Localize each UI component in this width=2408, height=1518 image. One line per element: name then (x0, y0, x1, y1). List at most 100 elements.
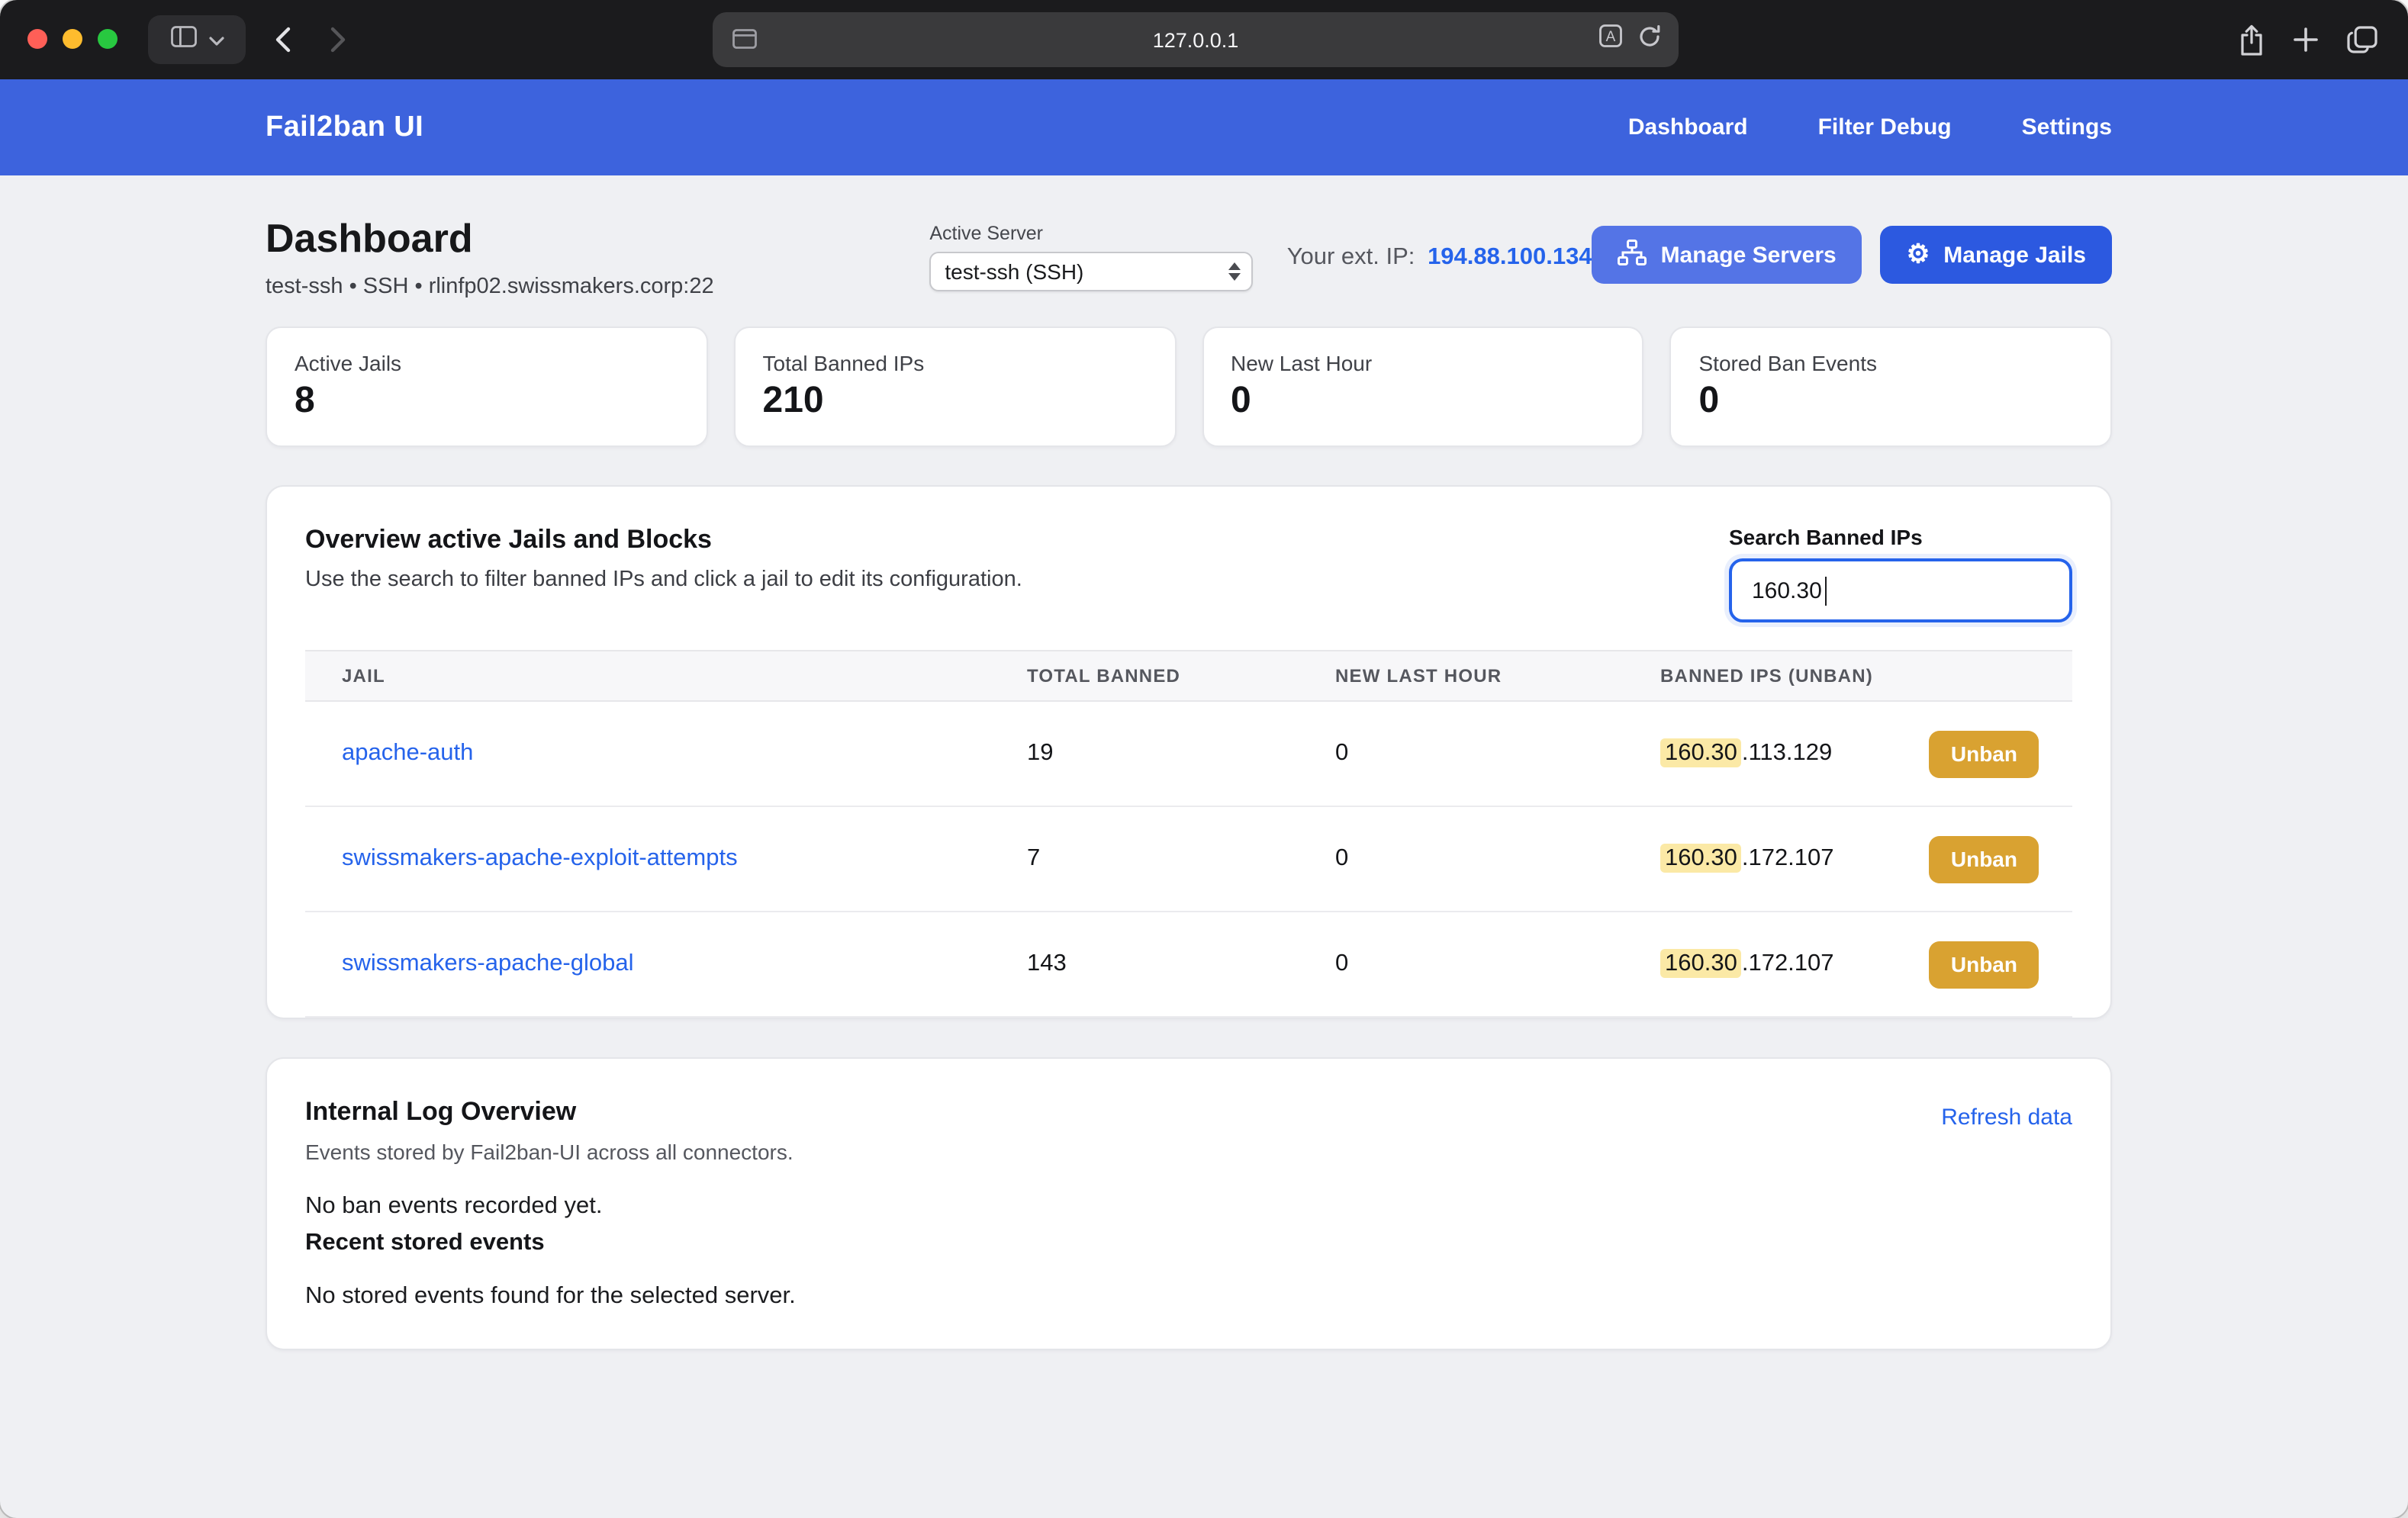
banned-ip: 160.30.172.107 (1660, 845, 1834, 873)
back-button[interactable] (275, 26, 291, 61)
unban-button[interactable]: Unban (1930, 730, 2039, 777)
table-row: swissmakers-apache-exploit-attempts 7 0 … (305, 807, 2072, 912)
total-banned-value: 7 (1027, 845, 1335, 873)
log-title: Internal Log Overview (305, 1097, 794, 1127)
search-banned-label: Search Banned IPs (1729, 525, 2072, 549)
column-total-banned: TOTAL BANNED (1027, 665, 1335, 687)
jails-table: JAIL TOTAL BANNED NEW LAST HOUR BANNED I… (305, 650, 2072, 1018)
new-last-hour-value: 0 (1335, 740, 1660, 767)
unban-button[interactable]: Unban (1930, 835, 2039, 883)
app-brand: Fail2ban UI (266, 111, 423, 144)
banned-ip: 160.30.113.129 (1660, 740, 1832, 767)
column-new-last-hour: NEW LAST HOUR (1335, 665, 1660, 687)
active-server-select[interactable]: test-ssh (SSH) (929, 252, 1253, 291)
manage-jails-label: Manage Jails (1943, 242, 2086, 268)
sidebar-icon (170, 25, 196, 54)
svg-text:A: A (1606, 29, 1616, 45)
traffic-lights (27, 29, 118, 49)
unban-button[interactable]: Unban (1930, 941, 2039, 988)
jails-table-header: JAIL TOTAL BANNED NEW LAST HOUR BANNED I… (305, 650, 2072, 702)
ip-search-highlight: 160.30 (1660, 844, 1742, 873)
column-jail: JAIL (305, 665, 1027, 687)
app-header: Fail2ban UI Dashboard Filter Debug Setti… (0, 79, 2408, 175)
stat-card-total-banned: Total Banned IPs 210 (734, 326, 1177, 447)
header-actions: Manage Servers ⚙ Manage Jails (1592, 226, 2112, 284)
stat-cards: Active Jails 8 Total Banned IPs 210 New … (266, 326, 2112, 447)
stored-events-empty-message: No stored events found for the selected … (305, 1283, 2072, 1311)
manage-servers-button[interactable]: Manage Servers (1592, 226, 1862, 284)
address-bar-actions: A (1599, 12, 1662, 67)
column-banned-ips: BANNED IPS (UNBAN) (1660, 665, 2075, 687)
zoom-window-button[interactable] (98, 29, 118, 49)
stat-label: Total Banned IPs (763, 351, 1148, 375)
active-server-label: Active Server (929, 223, 1253, 244)
overview-subtitle: Use the search to filter banned IPs and … (305, 568, 1022, 592)
tab-overview-icon[interactable] (2347, 26, 2377, 53)
jail-link[interactable]: swissmakers-apache-global (342, 950, 634, 976)
address-bar[interactable]: 127.0.0.1 A (713, 12, 1679, 67)
page-subtitle: test-ssh • SSH • rlinfp02.swissmakers.co… (266, 275, 929, 299)
log-subtitle: Events stored by Fail2ban-UI across all … (305, 1140, 794, 1164)
search-input-value: 160.30 (1752, 577, 1822, 603)
new-last-hour-value: 0 (1335, 845, 1660, 873)
active-server-value: test-ssh (SSH) (945, 259, 1083, 284)
main-content: Dashboard test-ssh • SSH • rlinfp02.swis… (0, 175, 2408, 1350)
select-arrows-icon (1229, 262, 1241, 281)
stat-value: 0 (1699, 380, 2084, 423)
stat-value: 0 (1231, 380, 1615, 423)
minimize-window-button[interactable] (63, 29, 82, 49)
stat-card-stored-events: Stored Ban Events 0 (1670, 326, 2113, 447)
page-settings-icon[interactable] (732, 29, 757, 56)
banned-ip: 160.30.172.107 (1660, 950, 1834, 978)
stat-card-active-jails: Active Jails 8 (266, 326, 708, 447)
ip-search-highlight: 160.30 (1660, 949, 1742, 978)
sitemap-icon (1618, 239, 1647, 271)
nav-settings[interactable]: Settings (2022, 114, 2112, 140)
stat-card-new-last-hour: New Last Hour 0 (1202, 326, 1644, 447)
total-banned-value: 19 (1027, 740, 1335, 767)
manage-servers-label: Manage Servers (1661, 242, 1837, 268)
recent-events-title: Recent stored events (305, 1230, 2072, 1257)
chevron-down-icon (208, 26, 224, 53)
stat-label: Active Jails (295, 351, 679, 375)
ip-search-highlight: 160.30 (1660, 738, 1742, 767)
manage-jails-button[interactable]: ⚙ Manage Jails (1881, 226, 2112, 284)
forward-button[interactable] (330, 26, 346, 61)
search-banned-input[interactable]: 160.30 (1729, 558, 2072, 622)
reload-icon[interactable] (1637, 24, 1662, 56)
sidebar-toggle-button[interactable] (148, 15, 246, 64)
internal-log-card: Internal Log Overview Events stored by F… (266, 1057, 2112, 1350)
nav-filter-debug[interactable]: Filter Debug (1818, 114, 1952, 140)
url-text: 127.0.0.1 (713, 28, 1679, 51)
browser-window: 127.0.0.1 A (0, 0, 2408, 1518)
table-row: swissmakers-apache-global 143 0 160.30.1… (305, 912, 2072, 1018)
new-tab-icon[interactable] (2292, 26, 2319, 53)
jail-link[interactable]: apache-auth (342, 740, 473, 766)
refresh-data-link[interactable]: Refresh data (1941, 1105, 2072, 1130)
share-icon[interactable] (2239, 24, 2265, 56)
toolbar-right-actions (2239, 0, 2377, 79)
page-header-row: Dashboard test-ssh • SSH • rlinfp02.swis… (266, 215, 2112, 299)
gear-icon: ⚙ (1907, 240, 1930, 266)
external-ip-label: Your ext. IP: (1287, 244, 1415, 270)
stat-value: 8 (295, 380, 679, 423)
external-ip: Your ext. IP: 194.88.100.134 (1287, 244, 1592, 272)
overview-title: Overview active Jails and Blocks (305, 525, 1022, 555)
stat-label: New Last Hour (1231, 351, 1615, 375)
close-window-button[interactable] (27, 29, 47, 49)
translate-icon[interactable]: A (1599, 24, 1622, 55)
table-row: apache-auth 19 0 160.30.113.129 Unban (305, 702, 2072, 807)
stat-label: Stored Ban Events (1699, 351, 2084, 375)
top-navigation: Dashboard Filter Debug Settings (1628, 114, 2112, 140)
jails-overview-card: Overview active Jails and Blocks Use the… (266, 485, 2112, 1019)
stat-value: 210 (763, 380, 1148, 423)
page-title: Dashboard (266, 215, 929, 262)
total-banned-value: 143 (1027, 950, 1335, 978)
text-caret (1825, 576, 1827, 605)
new-last-hour-value: 0 (1335, 950, 1660, 978)
browser-toolbar: 127.0.0.1 A (0, 0, 2408, 79)
log-empty-message: No ban events recorded yet. (305, 1193, 2072, 1221)
nav-dashboard[interactable]: Dashboard (1628, 114, 1748, 140)
external-ip-value[interactable]: 194.88.100.134 (1428, 244, 1592, 270)
jail-link[interactable]: swissmakers-apache-exploit-attempts (342, 845, 738, 871)
